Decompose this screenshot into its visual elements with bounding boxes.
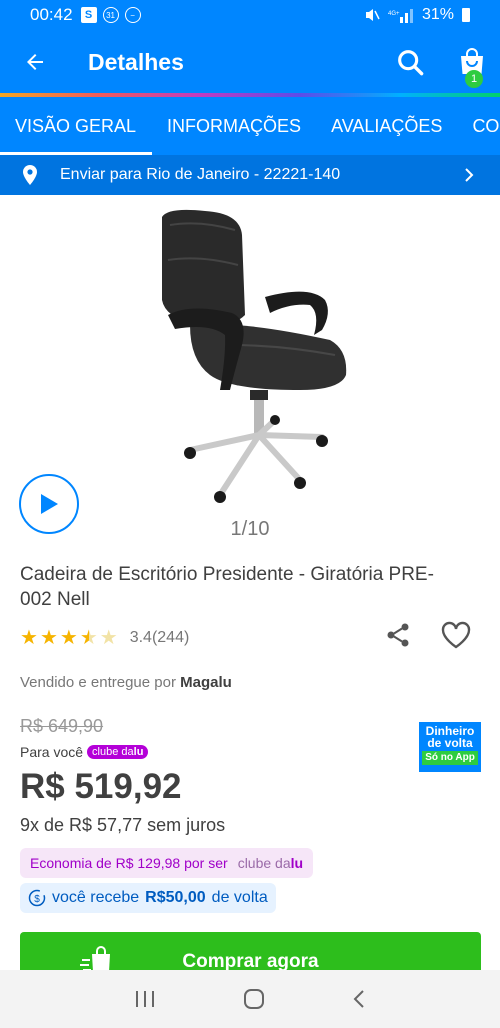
rating-count: (244)	[151, 628, 190, 646]
image-counter: 1/10	[230, 518, 270, 540]
clube-da-lu-badge: clube dalu	[87, 745, 149, 759]
status-time: 00:42	[30, 5, 73, 24]
star-half-icon: ★	[79, 627, 98, 649]
arrow-left-icon	[27, 54, 43, 70]
svg-text:$: $	[34, 894, 40, 905]
seller-info: Vendido e entregue por Magalu	[20, 674, 232, 691]
svg-text:4G+: 4G+	[388, 11, 400, 17]
cashback-banner: $ você recebe R$50,00 de volta	[20, 883, 276, 913]
signal-icon: 4G+	[388, 9, 413, 23]
product-rating[interactable]: ★ ★ ★ ★ ★ 3.4(244)	[20, 625, 189, 650]
product-name: Cadeira de Escritório Presidente - Girat…	[20, 564, 434, 610]
star-icon: ★	[20, 627, 38, 649]
recent-apps-icon[interactable]	[134, 990, 156, 1008]
s-app-icon: S	[80, 7, 97, 23]
star-icon: ★	[39, 627, 58, 649]
play-icon	[41, 494, 58, 514]
battery-icon	[462, 8, 470, 22]
club-economy-banner: Economia de R$ 129,98 por ser clube dalu	[20, 848, 314, 878]
rating-value: 3.4	[129, 628, 152, 646]
battery-text: 31%	[421, 6, 454, 23]
home-icon[interactable]	[243, 988, 265, 1010]
system-navigation-bar	[0, 970, 500, 1028]
page-title: Detalhes	[88, 48, 184, 75]
tab-reviews[interactable]: AVALIAÇÕES	[316, 97, 457, 155]
clube-da-lu-logo: clube dalu	[237, 855, 304, 871]
tab-bar: VISÃO GERAL INFORMAÇÕES AVALIAÇÕES COM	[0, 97, 500, 155]
heart-icon[interactable]	[440, 620, 472, 650]
back-nav-icon[interactable]	[352, 988, 366, 1010]
delivery-text: Enviar para Rio de Janeiro - 22221-140	[60, 166, 341, 183]
calendar-icon: 31	[102, 7, 119, 23]
old-price: R$ 649,90	[20, 716, 104, 736]
installments-text: 9x de R$ 57,77 sem juros	[20, 815, 226, 835]
mute-icon	[365, 9, 380, 21]
back-button[interactable]	[0, 30, 70, 94]
cashback-icon: $	[28, 889, 46, 907]
status-bar: 00:42 S 31 − 4G+ 31%	[0, 0, 500, 30]
tab-overview[interactable]: VISÃO GERAL	[0, 97, 153, 155]
current-price: R$ 519,92	[20, 767, 182, 806]
location-pin-icon	[23, 165, 37, 185]
cashback-app-badge: Dinheiro de volta Só no App	[419, 722, 481, 772]
tab-compare[interactable]: COM	[457, 97, 500, 155]
share-icon[interactable]	[384, 621, 412, 649]
product-image[interactable]	[150, 205, 350, 505]
seller-name: Magalu	[180, 674, 232, 691]
app-bar: Detalhes 1	[0, 30, 500, 94]
club-price-label: Para você clube dalu	[20, 744, 149, 760]
star-empty-icon: ★	[99, 627, 118, 649]
delivery-location-bar[interactable]: Enviar para Rio de Janeiro - 22221-140	[0, 155, 500, 195]
dnd-icon: −	[124, 7, 141, 23]
chevron-right-icon	[465, 168, 474, 182]
cart-count-badge: 1	[465, 70, 483, 88]
star-icon: ★	[59, 627, 78, 649]
tab-information[interactable]: INFORMAÇÕES	[152, 97, 316, 155]
search-icon[interactable]	[394, 46, 428, 80]
